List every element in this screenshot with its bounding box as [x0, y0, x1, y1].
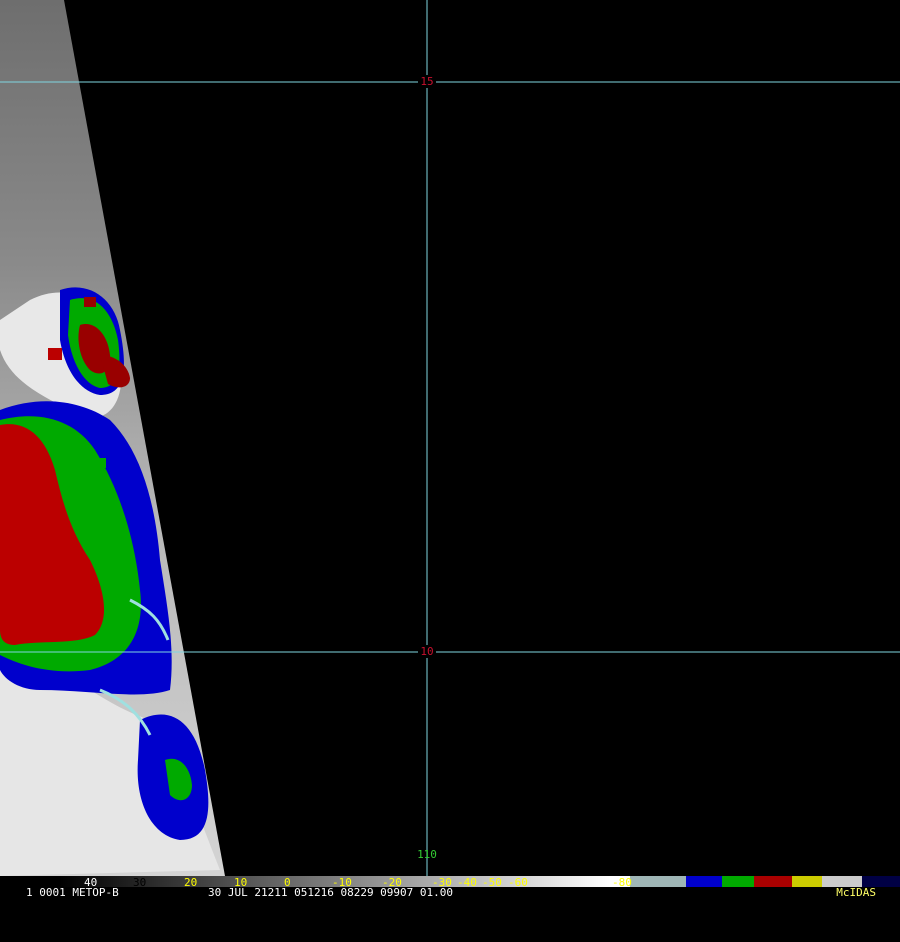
satellite-swath	[0, 0, 225, 876]
longitude-label-110: 110	[417, 848, 437, 861]
latitude-label-10: 10	[420, 645, 433, 658]
mcidas-logo-text: McIDAS	[836, 886, 876, 899]
satellite-image: 15 10 110 40 30 20 10 0 -10 -20 -30 -40 …	[0, 0, 900, 889]
image-datetime-text: 30 JUL 21211 051216 08229 09907 01.00	[208, 886, 454, 899]
latitude-label-15: 15	[420, 75, 433, 88]
image-info-bar: 1 0001 METOP-B 30 JUL 21211 051216 08229…	[0, 886, 900, 900]
satellite-id-text: 1 0001 METOP-B	[26, 886, 119, 899]
